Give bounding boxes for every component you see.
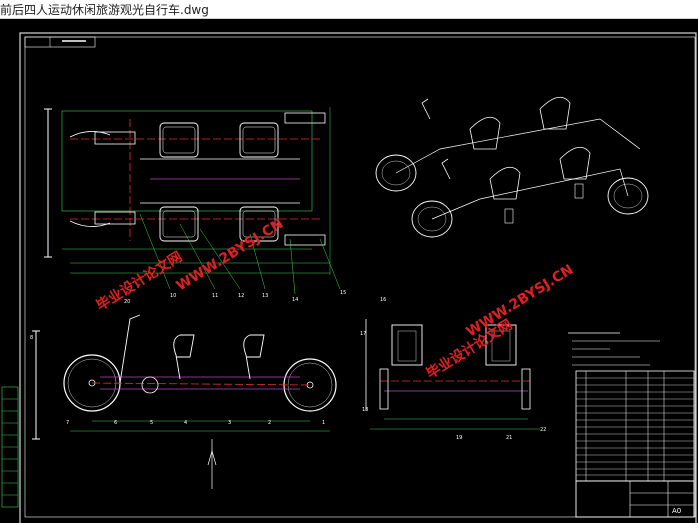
svg-text:5: 5: [150, 420, 153, 426]
svg-text:10: 10: [170, 293, 176, 299]
side-view[interactable]: [32, 314, 337, 489]
svg-text:16: 16: [380, 297, 386, 303]
svg-text:6: 6: [114, 420, 117, 426]
watermark-url-2: WWW.2BYSJ.CN: [464, 262, 577, 341]
svg-text:8: 8: [30, 335, 33, 341]
svg-text:22: 22: [540, 427, 546, 433]
window-title-bar: 前后四人运动休闲旅游观光自行车.dwg: [0, 0, 698, 19]
watermark-url-1: WWW.2BYSJ.CN: [174, 216, 287, 295]
svg-text:4: 4: [184, 420, 187, 426]
technical-notes: [568, 332, 660, 366]
parts-list-table: [575, 370, 695, 482]
svg-text:19: 19: [456, 435, 462, 441]
svg-text:1: 1: [322, 420, 325, 426]
svg-text:15: 15: [340, 290, 346, 296]
drawing-number-box: [24, 36, 96, 48]
svg-text:11: 11: [212, 293, 218, 299]
svg-text:13: 13: [262, 293, 268, 299]
svg-text:18: 18: [362, 407, 368, 413]
cad-drawing-canvas[interactable]: 10 11 12 13 14 15 20 8 7 6 5 4 3 2 1 16 …: [0, 19, 698, 523]
part-balloons: 10 11 12 13 14 15 20 8 7 6 5 4 3 2 1 16 …: [30, 290, 546, 441]
revision-strip: [1, 386, 19, 508]
svg-text:7: 7: [66, 420, 69, 426]
svg-text:14: 14: [292, 297, 298, 303]
cad-drawing-svg: 10 11 12 13 14 15 20 8 7 6 5 4 3 2 1 16 …: [1, 32, 697, 523]
rear-view[interactable]: [365, 319, 540, 430]
top-view[interactable]: [44, 107, 341, 295]
drawing-border: [19, 32, 697, 523]
svg-text:2: 2: [268, 420, 271, 426]
window-title: 前后四人运动休闲旅游观光自行车.dwg: [0, 3, 209, 17]
svg-text:12: 12: [238, 293, 244, 299]
svg-text:3: 3: [228, 420, 231, 426]
title-block: A0: [575, 480, 695, 518]
svg-text:21: 21: [506, 435, 512, 441]
isometric-view[interactable]: [375, 96, 649, 238]
sheet-size-label: A0: [672, 507, 681, 515]
watermark-cn-1: 毕业设计论文网: [93, 248, 185, 314]
drawing-inner-border: [24, 36, 696, 518]
svg-text:17: 17: [360, 331, 366, 337]
